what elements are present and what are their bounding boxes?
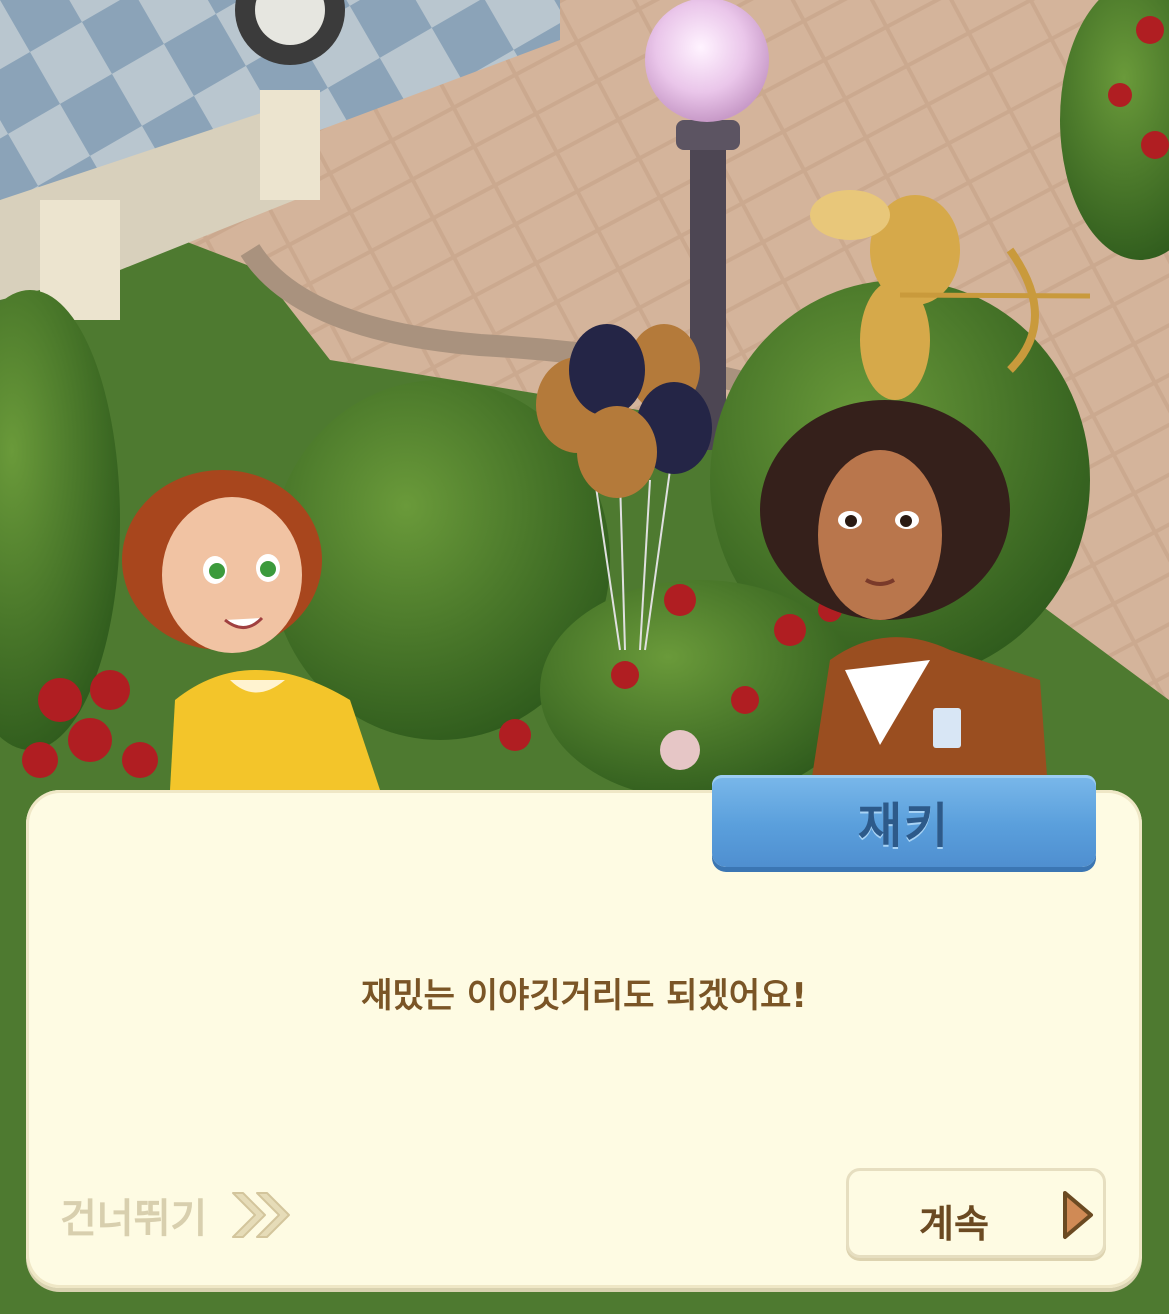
speaker-name: 재키 — [857, 798, 951, 854]
play-triangle-icon — [1063, 1191, 1093, 1239]
speaker-name-tab: 재키 — [712, 775, 1096, 867]
continue-button[interactable]: 계속 — [846, 1168, 1106, 1258]
skip-button[interactable]: 건너뛰기 — [60, 1184, 293, 1246]
skip-label: 건너뛰기 — [60, 1196, 208, 1242]
dialog-line: 재밌는 이야깃거리도 되겠어요! — [361, 976, 807, 1016]
double-chevron-right-icon — [232, 1192, 291, 1238]
continue-label: 계속 — [919, 1202, 989, 1246]
